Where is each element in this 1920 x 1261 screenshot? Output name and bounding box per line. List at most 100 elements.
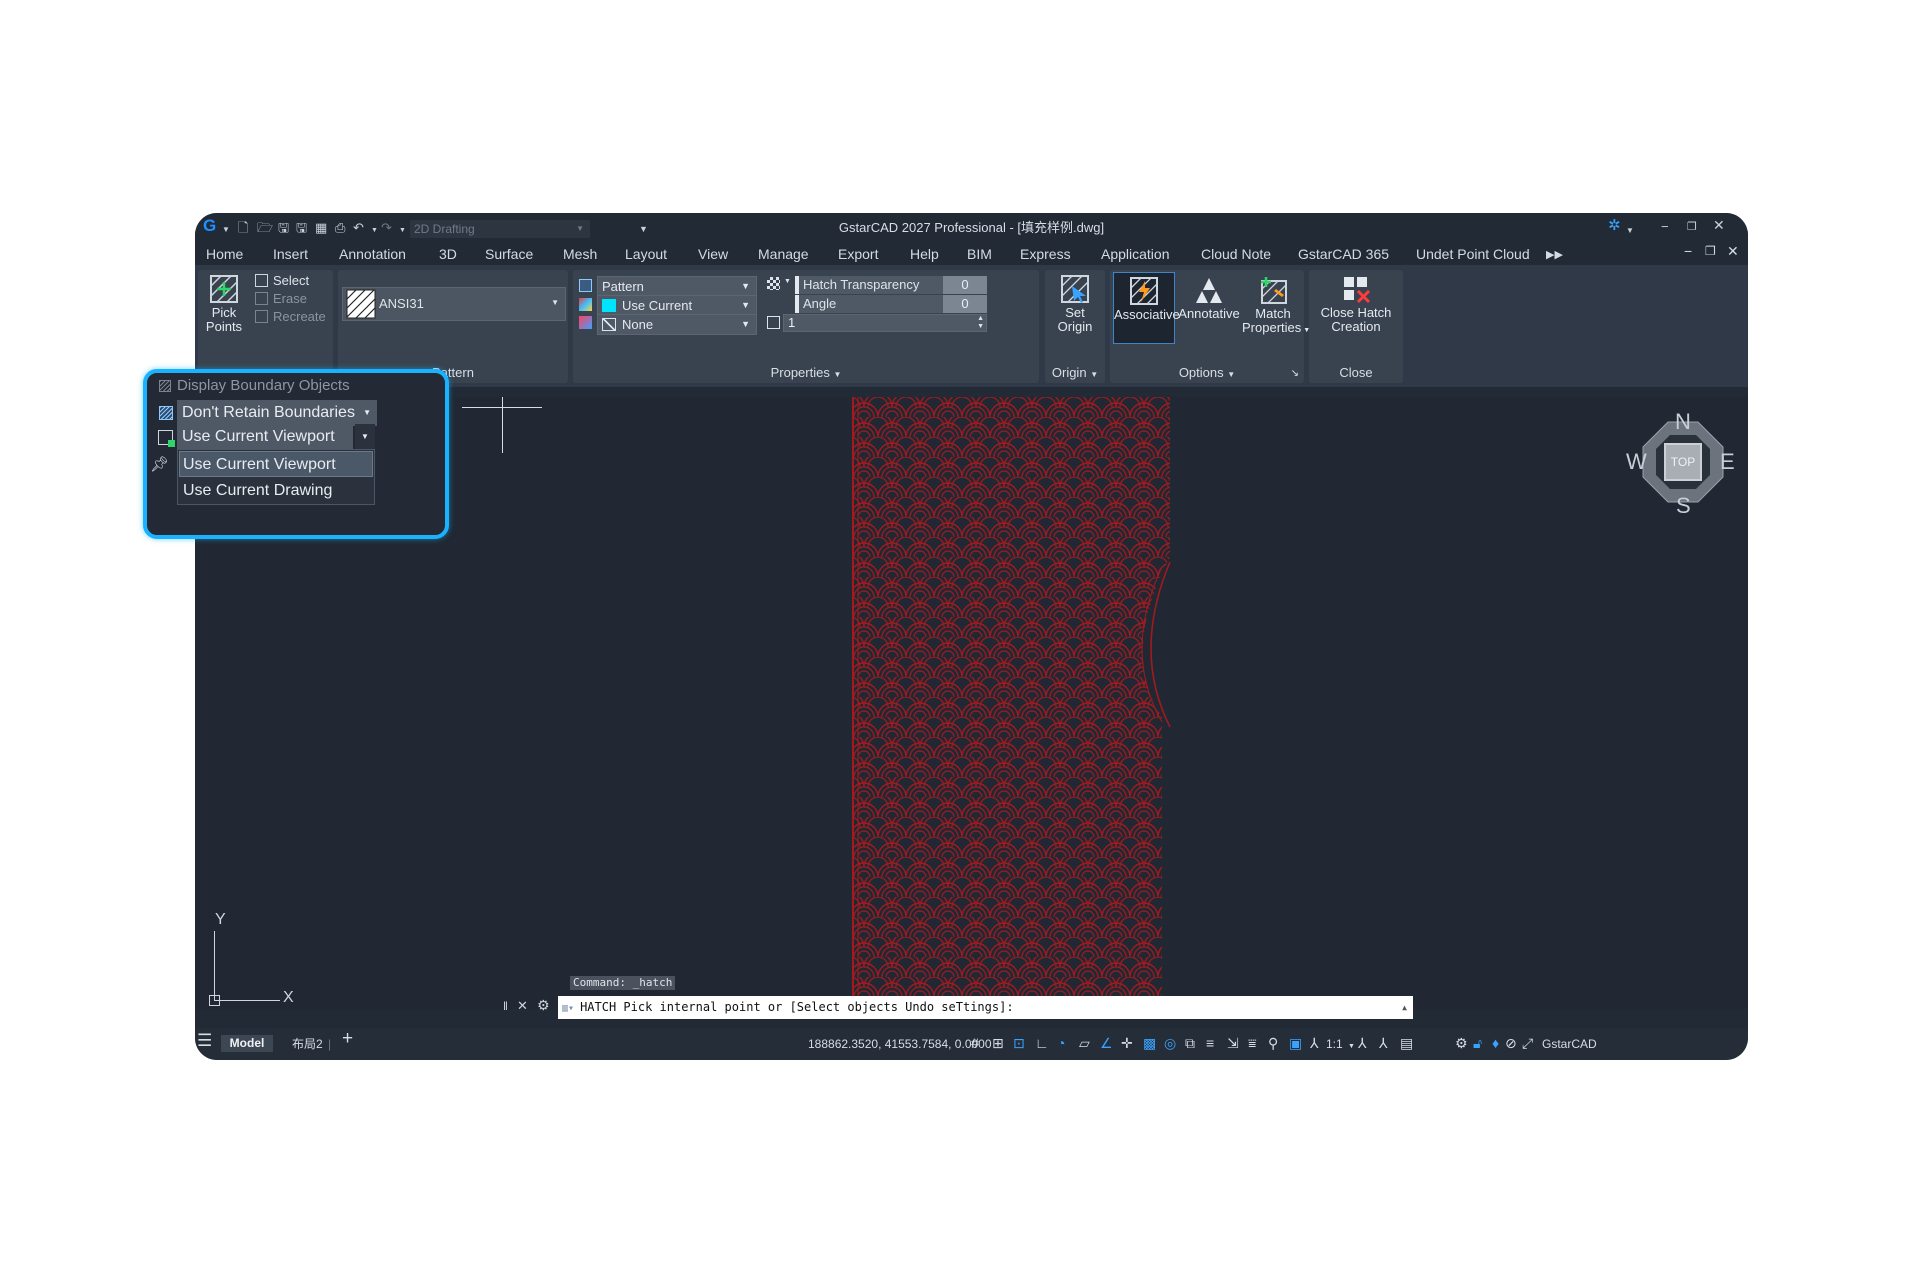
isolate-objects-icon[interactable]: ⊘	[1505, 1035, 1517, 1051]
tab-layout2[interactable]: 布局2	[292, 1036, 323, 1052]
menu-insert[interactable]: Insert	[273, 246, 308, 262]
model-space-icon[interactable]: ▣	[1289, 1035, 1302, 1051]
erase-button[interactable]: Erase	[273, 292, 307, 306]
polar-tracking-icon[interactable]: ◔	[1057, 1035, 1065, 1051]
dynamic-ucs-icon[interactable]: ⇲	[1227, 1035, 1239, 1051]
workspace-switch-icon[interactable]: ⅄	[1379, 1035, 1388, 1051]
menu-3d[interactable]: 3D	[439, 246, 457, 262]
cloud-sync-icon[interactable]: ✲	[1608, 218, 1621, 233]
menu-layout[interactable]: Layout	[625, 246, 667, 262]
3d-osnap-icon[interactable]: ≡	[1206, 1035, 1214, 1051]
menu-help[interactable]: Help	[910, 246, 939, 262]
set-origin-button[interactable]: Set Origin	[1049, 274, 1101, 334]
properties-panel-title[interactable]: Properties ▼	[573, 365, 1039, 380]
option-use-current-viewport[interactable]: Use Current Viewport	[179, 451, 373, 477]
boundary-set-dropdown-button[interactable]: ▼	[355, 424, 375, 450]
ortho-icon[interactable]: ∟	[1035, 1035, 1049, 1051]
command-input[interactable]: ▥▾ HATCH Pick internal point or [Select …	[558, 996, 1413, 1019]
pattern-gallery[interactable]: ANSI31 ▼	[342, 287, 566, 321]
ribbon-restore-icon[interactable]: ❐	[1705, 244, 1716, 258]
background-color-select[interactable]: None ▼	[597, 314, 757, 335]
transparency-toggle-icon[interactable]: ◎	[1164, 1035, 1176, 1051]
command-close-icon[interactable]: ✕	[517, 998, 528, 1014]
menu-bim[interactable]: BIM	[967, 246, 992, 262]
restore-icon[interactable]: ❐	[1687, 221, 1697, 234]
menu-manage[interactable]: Manage	[758, 246, 809, 262]
spinner-icon[interactable]: ▲ ▼	[977, 315, 984, 331]
ribbon-close-icon[interactable]: ✕	[1727, 243, 1739, 260]
transparency-dropdown-icon[interactable]: ▼	[784, 278, 791, 285]
hamburger-menu-icon[interactable]: ☰	[197, 1032, 212, 1049]
menu-annotation[interactable]: Annotation	[339, 246, 406, 262]
transparency-slider[interactable]: Hatch Transparency	[795, 276, 943, 294]
menu-cloud-note[interactable]: Cloud Note	[1201, 246, 1271, 262]
isodraft-icon[interactable]: ▱	[1079, 1035, 1090, 1051]
coordinates-readout[interactable]: 188862.3520, 41553.7584, 0.0000	[808, 1036, 992, 1052]
close-icon[interactable]: ✕	[1713, 218, 1725, 232]
zoom-icon[interactable]: ⚲	[1268, 1035, 1278, 1051]
scale-input[interactable]: 1 ▲ ▼	[783, 314, 987, 332]
minimize-icon[interactable]: −	[1661, 220, 1669, 233]
object-snap-icon[interactable]: ✛	[1121, 1035, 1133, 1051]
notification-icon[interactable]: ♦	[1492, 1035, 1499, 1051]
transparency-icon[interactable]	[767, 277, 780, 290]
retain-boundaries-select[interactable]: Don't Retain Boundaries ▼	[177, 400, 377, 426]
snap-grid-icon[interactable]: ⊞	[992, 1035, 1004, 1051]
selection-filter-icon[interactable]: ⩸	[1248, 1035, 1257, 1051]
lock-ui-icon[interactable]: 🔓︎	[1473, 1035, 1482, 1051]
lineweight-icon[interactable]: ▩	[1143, 1035, 1156, 1051]
menu-export[interactable]: Export	[838, 246, 878, 262]
menu-express[interactable]: Express	[1020, 246, 1071, 262]
pin-panel-icon[interactable]: 📌︎	[150, 455, 169, 473]
menu-view[interactable]: View	[698, 246, 728, 262]
sync-dropdown-icon[interactable]: ▼	[1626, 224, 1634, 237]
options-panel-title[interactable]: Options ▼	[1110, 365, 1304, 380]
associative-button[interactable]: Associative	[1113, 272, 1180, 344]
auto-scale-icon[interactable]: ⅄	[1358, 1035, 1367, 1051]
annotative-button[interactable]: Annotative	[1177, 275, 1241, 321]
grid-display-icon[interactable]: #	[971, 1035, 979, 1051]
infer-constraints-icon[interactable]: ⊡	[1013, 1035, 1025, 1051]
properties-palette-icon[interactable]: ▤	[1400, 1035, 1413, 1051]
hatch-type-select[interactable]: Pattern ▼	[597, 276, 757, 297]
angle-value[interactable]: 0	[943, 295, 987, 313]
settings-icon[interactable]: ⚙	[1455, 1035, 1468, 1051]
compass-south[interactable]: S	[1676, 493, 1691, 519]
menu-home[interactable]: Home	[206, 246, 243, 262]
compass-west[interactable]: W	[1626, 449, 1647, 475]
match-properties-button[interactable]: Match Properties ▼	[1242, 275, 1310, 338]
tab-model[interactable]: Model	[221, 1035, 273, 1052]
angle-slider[interactable]: Angle	[795, 295, 943, 313]
add-layout-icon[interactable]: +	[342, 1029, 353, 1048]
viewcube[interactable]: TOP N S E W	[1626, 409, 1735, 518]
viewcube-top-face[interactable]: TOP	[1664, 443, 1702, 481]
command-settings-icon[interactable]: ⚙	[537, 997, 550, 1014]
clean-screen-icon[interactable]: ⤢	[1522, 1035, 1533, 1051]
annotation-visibility-icon[interactable]: ⅄	[1310, 1035, 1319, 1051]
select-button[interactable]: Select	[273, 274, 309, 288]
menu-surface[interactable]: Surface	[485, 246, 533, 262]
boundary-set-select[interactable]: Use Current Viewport	[177, 424, 353, 450]
command-history-toggle-icon[interactable]: ▲	[1402, 996, 1407, 1019]
menu-undet-point-cloud[interactable]: Undet Point Cloud	[1416, 246, 1530, 262]
ribbon-minimize-icon[interactable]: −	[1684, 243, 1692, 259]
menu-gstarcad-365[interactable]: GstarCAD 365	[1298, 246, 1389, 262]
menu-application[interactable]: Application	[1101, 246, 1170, 262]
chevron-down-icon[interactable]: ▼	[551, 298, 559, 307]
hatch-color-select[interactable]: Use Current ▼	[597, 295, 757, 316]
display-boundary-objects-item[interactable]: Display Boundary Objects	[177, 373, 350, 399]
transparency-value[interactable]: 0	[943, 276, 987, 294]
selection-cycling-icon[interactable]: ⧉	[1185, 1035, 1195, 1051]
scale-dropdown-icon[interactable]: ▼	[1348, 1039, 1355, 1055]
compass-north[interactable]: N	[1675, 409, 1691, 435]
options-dialog-launcher-icon[interactable]: ↘	[1291, 368, 1299, 379]
option-use-current-drawing[interactable]: Use Current Drawing	[179, 478, 373, 504]
compass-east[interactable]: E	[1720, 449, 1735, 475]
origin-panel-title[interactable]: Origin ▼	[1045, 365, 1105, 380]
command-grip-icon[interactable]: ‖	[503, 999, 508, 1013]
object-snap-tracking-icon[interactable]: ∠	[1100, 1035, 1113, 1051]
more-tabs-icon[interactable]: ▶▶	[1546, 248, 1563, 261]
annotation-scale[interactable]: 1:1	[1326, 1036, 1343, 1052]
menu-mesh[interactable]: Mesh	[563, 246, 597, 262]
pick-points-button[interactable]: Pick Points	[202, 274, 246, 334]
